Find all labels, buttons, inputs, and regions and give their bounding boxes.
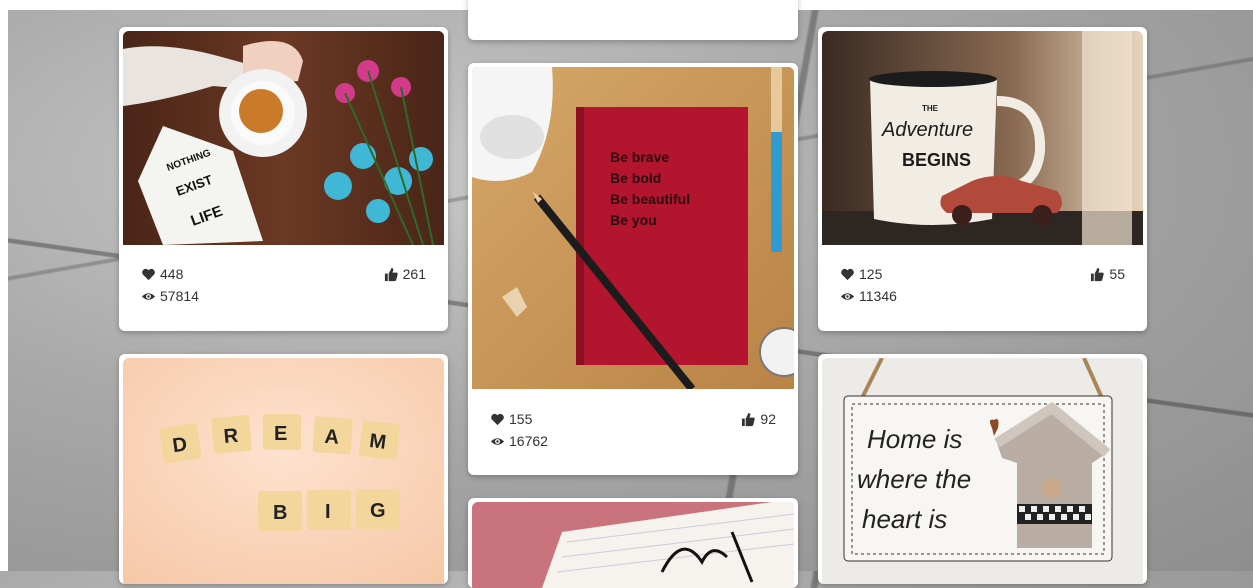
heart-icon: [142, 268, 155, 280]
thumbs-up-icon: [742, 412, 756, 426]
thumbs-up-icon: [1091, 267, 1105, 281]
view-count: 11346: [840, 288, 897, 304]
like-count[interactable]: 125: [840, 266, 882, 282]
eye-icon: [490, 437, 505, 445]
tile-letter: I: [325, 501, 331, 523]
notebook-line-1: Be brave: [610, 149, 669, 165]
thumbs-count-value: 261: [402, 266, 426, 282]
teacup-book-flowers-photo[interactable]: NOTHING EXIST LIFE: [123, 31, 444, 245]
view-count-value: 16762: [509, 433, 548, 449]
handwritten-notebook-photo[interactable]: [472, 502, 794, 588]
eye-icon: [141, 292, 156, 300]
thumbs-count-value: 55: [1109, 266, 1125, 282]
red-notebook-photo[interactable]: Be brave Be bold Be beautiful Be you: [472, 67, 794, 389]
tile-letter: G: [370, 500, 386, 522]
like-count-value: 448: [160, 266, 184, 282]
thumbs-count[interactable]: 261: [384, 266, 426, 282]
gallery-card-tea[interactable]: NOTHING EXIST LIFE 448 261 57814: [119, 27, 448, 331]
left-edge: [0, 0, 8, 571]
thumbs-count[interactable]: 55: [1090, 266, 1125, 282]
gallery-card-dream[interactable]: D R E A M B I G: [119, 354, 448, 584]
scrabble-tiles-photo[interactable]: D R E A M B I G: [123, 358, 444, 584]
mug-text-2: Adventure: [881, 119, 973, 141]
thumbs-count[interactable]: 92: [741, 411, 776, 427]
gallery-card-top-partial[interactable]: [468, 0, 798, 40]
view-count-value: 11346: [859, 288, 897, 304]
gallery-card-notebook[interactable]: Be brave Be bold Be beautiful Be you 155…: [468, 63, 798, 475]
like-count-value: 155: [509, 411, 533, 427]
like-count-value: 125: [859, 266, 883, 282]
gallery-card-home[interactable]: Home is where the heart is: [818, 354, 1147, 584]
like-count[interactable]: 155: [490, 411, 532, 427]
sign-line-2: where the: [857, 464, 971, 494]
tile-letter: D: [171, 433, 188, 457]
heart-icon: [491, 413, 504, 425]
tile-letter: R: [223, 425, 240, 448]
tile-letter: M: [368, 430, 387, 454]
view-count: 16762: [490, 433, 548, 449]
gallery-card-handwritten[interactable]: [468, 498, 798, 588]
view-count-value: 57814: [160, 288, 199, 304]
view-count: 57814: [141, 288, 199, 304]
mug-text-3: BEGINS: [902, 150, 971, 170]
home-sign-photo[interactable]: Home is where the heart is: [822, 358, 1143, 584]
sign-line-1: Home is: [867, 424, 962, 454]
tile-letter: E: [274, 423, 287, 445]
tile-letter: B: [273, 502, 287, 524]
sign-line-3: heart is: [862, 504, 947, 534]
notebook-line-3: Be beautiful: [610, 191, 690, 207]
notebook-line-4: Be you: [610, 212, 657, 228]
adventure-mug-photo[interactable]: THE Adventure BEGINS: [822, 31, 1143, 245]
thumbs-count-value: 92: [760, 411, 776, 427]
heart-icon: [841, 268, 854, 280]
mug-text-1: THE: [922, 104, 939, 113]
like-count[interactable]: 448: [141, 266, 183, 282]
gallery-card-mug[interactable]: THE Adventure BEGINS 125 55 11346: [818, 27, 1147, 331]
thumbs-up-icon: [384, 267, 398, 281]
notebook-line-2: Be bold: [610, 170, 661, 186]
tile-letter: A: [324, 426, 340, 449]
eye-icon: [840, 292, 855, 300]
